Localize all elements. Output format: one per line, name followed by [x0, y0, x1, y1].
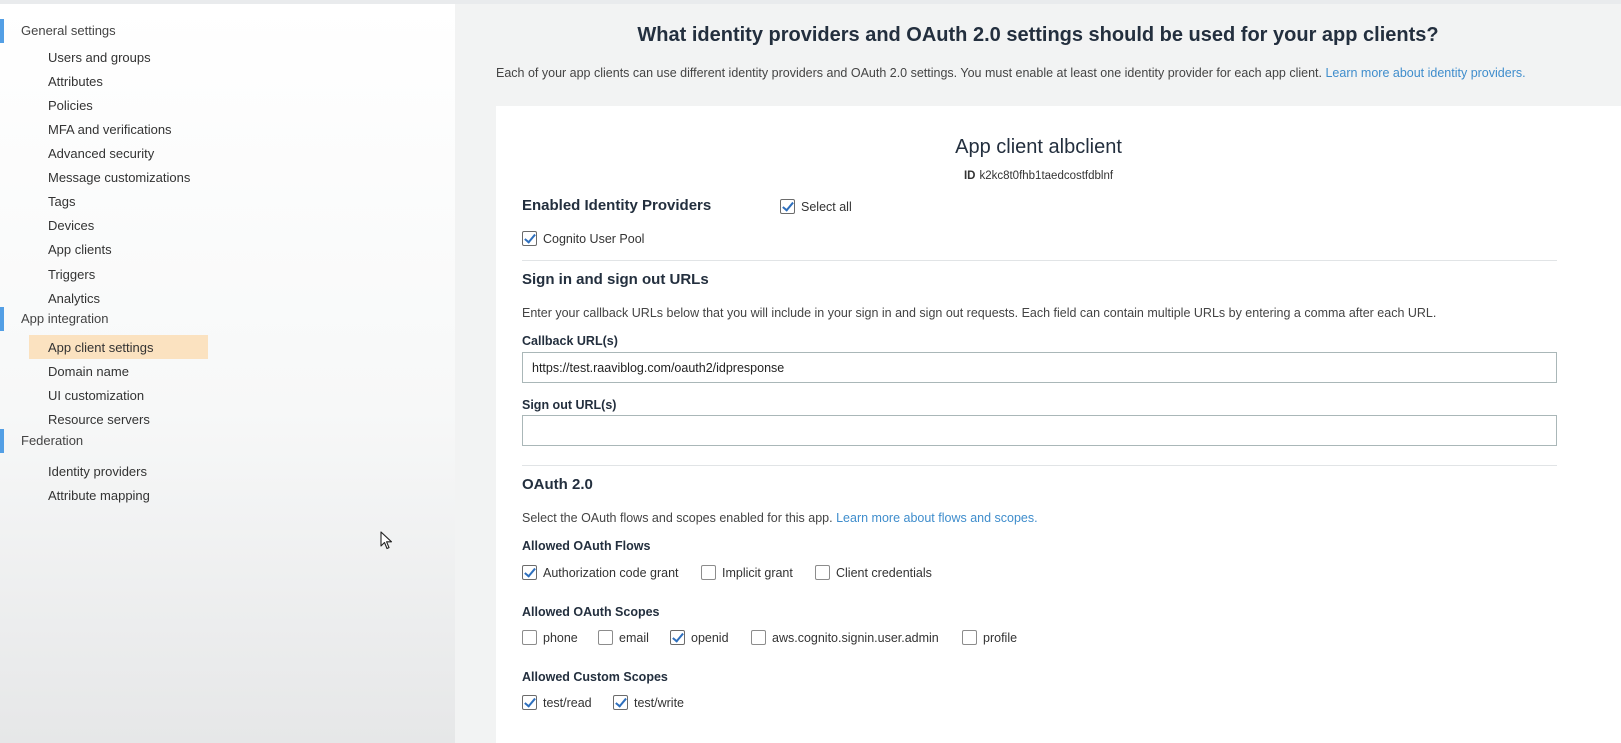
custom-scope-label: test/read	[543, 695, 592, 710]
scope-cognito-admin-checkbox[interactable]: aws.cognito.signin.user.admin	[751, 630, 939, 645]
sidebar-item-mfa[interactable]: MFA and verifications	[29, 117, 208, 141]
page-title: What identity providers and OAuth 2.0 se…	[637, 24, 1439, 46]
sidebar-group-federation[interactable]: Federation	[0, 429, 220, 453]
scope-email-checkbox[interactable]: email	[598, 630, 649, 645]
scope-label: phone	[543, 630, 578, 645]
client-id-value: k2kc8t0fhb1taedcostfdblnf	[979, 170, 1114, 182]
client-id-label: ID	[963, 170, 976, 182]
group-accent-bar	[0, 429, 4, 453]
sidebar-item-advanced-security[interactable]: Advanced security	[29, 141, 208, 165]
section-divider	[522, 465, 1557, 466]
custom-scopes-label: Allowed Custom Scopes	[522, 670, 668, 684]
app-client-id: ID k2kc8t0fhb1taedcostfdblnf	[496, 170, 1581, 182]
custom-scope-test-write-checkbox[interactable]: test/write	[613, 695, 684, 710]
callback-url-input[interactable]	[522, 352, 1557, 383]
oauth-description: Select the OAuth flows and scopes enable…	[522, 511, 1038, 525]
app-client-card: App client albclient ID k2kc8t0fhb1taedco…	[496, 106, 1621, 743]
scope-label: profile	[983, 630, 1018, 645]
custom-scope-label: test/write	[634, 695, 685, 710]
checkbox-checked[interactable]	[522, 565, 537, 580]
cognito-user-pool-checkbox[interactable]: Cognito User Pool	[522, 231, 644, 246]
intro-text: Each of your app clients can use differe…	[496, 66, 1526, 80]
group-accent-bar	[0, 307, 4, 331]
sidebar-group-label: Federation	[21, 433, 84, 448]
sidebar-item-attributes[interactable]: Attributes	[29, 69, 208, 93]
sidebar-group-label: General settings	[21, 23, 116, 38]
signout-url-input[interactable]	[522, 415, 1557, 446]
checkbox-checked[interactable]	[613, 695, 628, 710]
sidebar-item-users-and-groups[interactable]: Users and groups	[29, 45, 208, 69]
sidebar-item-app-clients[interactable]: App clients	[29, 237, 208, 261]
checkbox-unchecked[interactable]	[962, 630, 977, 645]
checkbox-unchecked[interactable]	[751, 630, 766, 645]
sidebar-item-triggers[interactable]: Triggers	[29, 262, 208, 286]
mouse-pointer-icon	[380, 531, 393, 550]
sidebar-item-attribute-mapping[interactable]: Attribute mapping	[29, 483, 208, 507]
section-divider	[522, 260, 1557, 261]
scope-label: aws.cognito.signin.user.admin	[772, 630, 939, 645]
signout-url-label: Sign out URL(s)	[522, 398, 617, 412]
sidebar-item-devices[interactable]: Devices	[29, 213, 208, 237]
sidebar-item-ui-customization[interactable]: UI customization	[29, 383, 208, 407]
flow-label: Client credentials	[836, 565, 932, 580]
oauth-description-text: Select the OAuth flows and scopes enable…	[522, 511, 833, 525]
allowed-flows-label: Allowed OAuth Flows	[522, 539, 651, 553]
checkbox-unchecked[interactable]	[598, 630, 613, 645]
scope-label: email	[619, 630, 649, 645]
scope-label: openid	[691, 630, 729, 645]
learn-more-flows-link[interactable]: Learn more about flows and scopes.	[836, 511, 1038, 525]
oauth-heading: OAuth 2.0	[522, 476, 593, 493]
sidebar-item-tags[interactable]: Tags	[29, 189, 208, 213]
scope-openid-checkbox[interactable]: openid	[670, 630, 729, 645]
app-client-name: App client albclient	[955, 136, 1122, 158]
sidebar-group-app-integration[interactable]: App integration	[0, 307, 220, 331]
flow-authorization-code-checkbox[interactable]: Authorization code grant	[522, 565, 679, 580]
select-all-checkbox[interactable]: Select all	[780, 199, 852, 214]
flow-label: Authorization code grant	[543, 565, 679, 580]
sidebar-item-resource-servers[interactable]: Resource servers	[29, 407, 208, 431]
sidebar-item-identity-providers[interactable]: Identity providers	[29, 459, 208, 483]
sidebar-item-policies[interactable]: Policies	[29, 93, 208, 117]
scope-profile-checkbox[interactable]: profile	[962, 630, 1017, 645]
flow-client-credentials-checkbox[interactable]: Client credentials	[815, 565, 932, 580]
checkbox-checked[interactable]	[522, 695, 537, 710]
checkbox-checked[interactable]	[780, 199, 795, 214]
custom-scope-test-read-checkbox[interactable]: test/read	[522, 695, 592, 710]
sidebar-item-message-customizations[interactable]: Message customizations	[29, 165, 208, 189]
identity-providers-heading: Enabled Identity Providers	[522, 197, 712, 214]
sidebar-item-app-client-settings[interactable]: App client settings	[29, 335, 208, 359]
callback-url-label: Callback URL(s)	[522, 334, 618, 348]
checkbox-checked[interactable]	[522, 231, 537, 246]
checkbox-unchecked[interactable]	[522, 630, 537, 645]
sidebar-item-domain-name[interactable]: Domain name	[29, 359, 208, 383]
urls-description: Enter your callback URLs below that you …	[522, 306, 1437, 320]
group-accent-bar	[0, 19, 4, 43]
sidebar: General settings Users and groups Attrib…	[0, 4, 455, 743]
flow-label: Implicit grant	[722, 565, 793, 580]
urls-heading: Sign in and sign out URLs	[522, 271, 709, 288]
sidebar-group-label: App integration	[21, 311, 109, 326]
sidebar-group-general-settings[interactable]: General settings	[0, 19, 220, 43]
select-all-label: Select all	[801, 199, 852, 214]
intro-description: Each of your app clients can use differe…	[496, 66, 1322, 80]
cognito-user-pool-label: Cognito User Pool	[543, 231, 645, 246]
learn-more-idp-link[interactable]: Learn more about identity providers.	[1325, 66, 1525, 80]
checkbox-checked[interactable]	[670, 630, 685, 645]
main-content: What identity providers and OAuth 2.0 se…	[455, 4, 1621, 743]
checkbox-unchecked[interactable]	[815, 565, 830, 580]
checkbox-unchecked[interactable]	[701, 565, 716, 580]
flow-implicit-grant-checkbox[interactable]: Implicit grant	[701, 565, 793, 580]
allowed-scopes-label: Allowed OAuth Scopes	[522, 605, 660, 619]
scope-phone-checkbox[interactable]: phone	[522, 630, 578, 645]
